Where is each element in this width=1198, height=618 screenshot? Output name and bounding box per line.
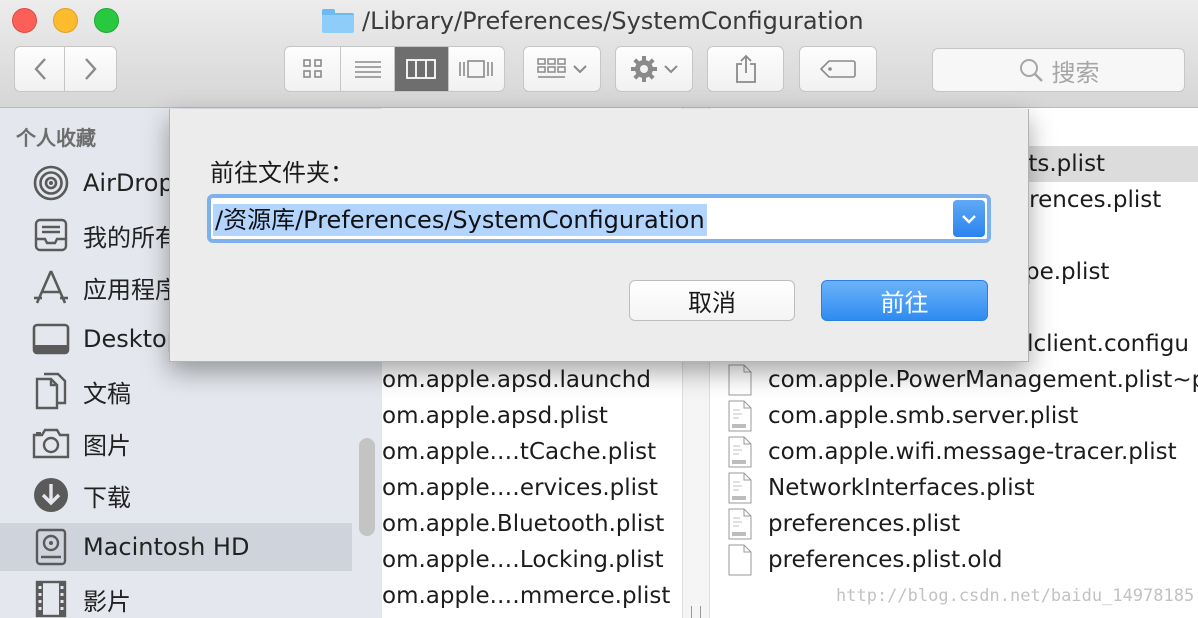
tag-icon <box>820 60 856 78</box>
list-item[interactable]: com.apple.wifi.message-tracer.plist <box>710 434 1198 470</box>
download-icon <box>31 475 71 515</box>
chevron-down-icon <box>573 65 587 74</box>
list-item[interactable]: om.apple.Bluetooth.plist <box>382 506 682 542</box>
tags-button[interactable] <box>799 46 877 92</box>
sidebar-heading: 个人收藏 <box>16 126 96 150</box>
sidebar-item-downloads[interactable]: 下载 <box>0 471 352 519</box>
sidebar-item-label: 文稿 <box>83 379 131 408</box>
sidebar-item-label: Macintosh HD <box>83 533 250 561</box>
list-item[interactable]: com.apple.PowerManagement.plist~p <box>710 362 1198 398</box>
plist-file-icon <box>728 472 752 504</box>
share-icon <box>735 54 756 83</box>
back-button[interactable] <box>15 47 66 91</box>
search-icon <box>1019 59 1043 82</box>
list-item[interactable]: preferences.plist.old <box>710 542 1198 578</box>
folder-path-input[interactable]: /资源库/Preferences/SystemConfiguration <box>213 200 953 237</box>
sidebar-item-label: 影片 <box>83 587 131 616</box>
path-combobox[interactable]: /资源库/Preferences/SystemConfiguration <box>207 194 991 243</box>
sidebar-item-documents[interactable]: 文稿 <box>0 367 352 415</box>
close-window-button[interactable] <box>12 8 37 33</box>
sidebar-item-label: 图片 <box>83 431 131 460</box>
sidebar-item-label: 下载 <box>83 483 131 512</box>
list-item[interactable]: om.apple.apsd.launchd <box>382 362 682 398</box>
back-forward-control <box>14 46 117 92</box>
sidebar-item-label: 我的所有 <box>83 223 179 252</box>
cancel-button[interactable]: 取消 <box>629 280 795 321</box>
documents-icon <box>31 371 71 411</box>
sidebar-item-pictures[interactable]: 图片 <box>0 419 352 467</box>
window-title-text: /Library/Preferences/SystemConfiguration <box>362 7 864 35</box>
icon-view-button[interactable] <box>285 47 342 91</box>
list-item[interactable]: om.apple.…Locking.plist <box>382 542 682 578</box>
share-button[interactable] <box>707 46 784 92</box>
applications-icon <box>31 267 71 307</box>
all-files-icon <box>31 215 71 255</box>
dialog-label: 前往文件夹： <box>210 159 354 187</box>
list-view-button[interactable] <box>341 47 395 91</box>
resize-grip-icon[interactable] <box>691 606 701 618</box>
path-history-dropdown-button[interactable] <box>953 200 985 237</box>
list-item[interactable]: om.apple.…tCache.plist <box>382 434 682 470</box>
column-view-icon <box>406 59 437 79</box>
sidebar-item-label: Desktop <box>83 325 182 353</box>
document-icon <box>728 544 752 576</box>
list-item[interactable]: om.apple.apsd.plist <box>382 398 682 434</box>
sidebar-item-macintosh-hd[interactable]: Macintosh HD <box>0 523 352 571</box>
sidebar-scrollbar[interactable] <box>359 438 375 536</box>
document-icon <box>728 364 752 396</box>
arrange-icon <box>537 58 566 78</box>
hard-drive-icon <box>31 527 71 567</box>
plist-file-icon <box>728 436 752 468</box>
gear-icon <box>631 56 657 82</box>
list-item[interactable]: om.apple.…ervices.plist <box>382 470 682 506</box>
desktop-icon <box>31 319 71 359</box>
sidebar-item-movies[interactable]: 影片 <box>0 575 352 618</box>
chevron-down-icon <box>962 214 976 224</box>
list-item[interactable]: preferences.plist <box>710 506 1198 542</box>
minimize-window-button[interactable] <box>53 8 78 33</box>
go-button[interactable]: 前往 <box>821 280 988 321</box>
search-placeholder: 搜索 <box>1051 58 1100 87</box>
cover-flow-button[interactable] <box>449 47 504 91</box>
camera-icon <box>31 423 71 463</box>
search-field[interactable]: 搜索 <box>932 48 1185 92</box>
cover-flow-icon <box>459 60 494 78</box>
zoom-window-button[interactable] <box>94 8 119 33</box>
watermark: http://blog.csdn.net/baidu_14978185 <box>836 586 1195 606</box>
list-view-icon <box>354 61 381 78</box>
chevron-left-icon <box>33 58 46 80</box>
window-toolbar: /Library/Preferences/SystemConfiguration <box>0 0 1198 108</box>
sidebar-item-label: 应用程序 <box>83 275 179 304</box>
column-view-button[interactable] <box>395 47 449 91</box>
list-item[interactable]: NetworkInterfaces.plist <box>710 470 1198 506</box>
list-item[interactable]: om.apple.…mmerce.plist <box>382 578 682 614</box>
plist-file-icon <box>728 400 752 432</box>
window-title: /Library/Preferences/SystemConfiguration <box>322 4 864 38</box>
sidebar-item-label: AirDrop <box>83 169 174 197</box>
list-item[interactable]: com.apple.smb.server.plist <box>710 398 1198 434</box>
film-icon <box>31 579 71 618</box>
chevron-down-icon <box>664 65 678 74</box>
airdrop-icon <box>31 163 71 203</box>
icon-view-icon <box>302 59 322 78</box>
arrange-button[interactable] <box>523 46 601 92</box>
view-mode-control <box>284 46 505 92</box>
folder-icon <box>322 9 354 33</box>
action-button[interactable] <box>615 46 693 92</box>
chevron-right-icon <box>84 58 97 80</box>
forward-button[interactable] <box>65 47 116 91</box>
plist-file-icon <box>728 508 752 540</box>
folder-path-value: /资源库/Preferences/SystemConfiguration <box>213 204 707 236</box>
go-to-folder-dialog: 前往文件夹： /资源库/Preferences/SystemConfigurat… <box>169 109 1029 362</box>
